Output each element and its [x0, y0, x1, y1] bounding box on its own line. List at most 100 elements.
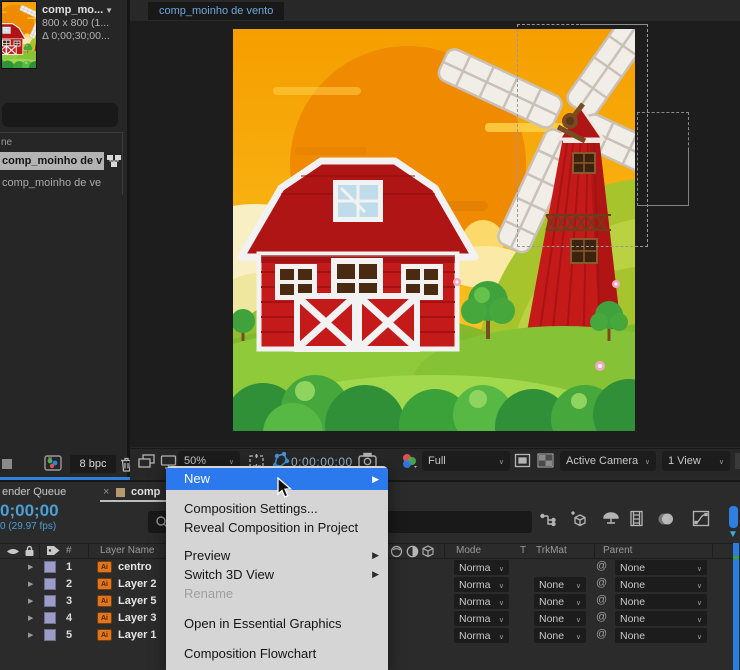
- menu-item-reveal-composition-in-project[interactable]: Reveal Composition in Project: [166, 518, 388, 537]
- t-column-header[interactable]: T: [520, 545, 526, 556]
- layer-name[interactable]: Layer 2: [118, 578, 157, 590]
- project-item[interactable]: comp_moinho de ve: [0, 174, 124, 192]
- current-timecode[interactable]: 0;00;00: [0, 501, 59, 521]
- mode-dropdown[interactable]: Norma: [454, 611, 509, 626]
- project-search-input[interactable]: [2, 103, 118, 127]
- chevron-down-icon: [691, 613, 702, 625]
- menu-item-switch-3d-view[interactable]: Switch 3D View: [166, 565, 388, 584]
- chevron-down-icon: [570, 613, 581, 625]
- trkmat-dropdown[interactable]: None: [534, 594, 586, 609]
- expand-arrow-icon[interactable]: [28, 597, 33, 605]
- label-color-swatch[interactable]: [44, 561, 56, 573]
- composition-tab[interactable]: comp_moinho de vento: [148, 2, 284, 20]
- project-item-selected[interactable]: comp_moinho de v: [0, 152, 104, 170]
- parent-dropdown[interactable]: None: [615, 560, 707, 575]
- motion-blur-icon[interactable]: [657, 511, 675, 527]
- always-preview-icon[interactable]: [138, 454, 155, 469]
- composition-flowchart-icon: [106, 153, 122, 169]
- layer-number: 3: [66, 595, 72, 607]
- parent-column-header[interactable]: Parent: [603, 545, 632, 556]
- footage-icon: [97, 561, 112, 573]
- layer-number: 5: [66, 629, 72, 641]
- menu-separator: [166, 633, 388, 644]
- column-divider: [712, 544, 713, 558]
- trkmat-dropdown[interactable]: None: [534, 577, 586, 592]
- chevron-down-icon: [570, 630, 581, 642]
- mode-dropdown[interactable]: Norma: [454, 594, 509, 609]
- menu-item-preview[interactable]: Preview: [166, 546, 388, 565]
- expand-arrow-icon[interactable]: [28, 580, 33, 588]
- column-divider: [594, 544, 595, 558]
- bit-depth-button[interactable]: 8 bpc: [70, 455, 116, 473]
- layer-number: 4: [66, 612, 72, 624]
- graph-editor-icon[interactable]: [692, 510, 710, 527]
- layer-name[interactable]: centro: [118, 561, 152, 573]
- pick-whip-icon[interactable]: [596, 577, 607, 589]
- close-icon[interactable]: ×: [103, 486, 109, 498]
- label-color-swatch[interactable]: [44, 629, 56, 641]
- menu-item-composition-flowchart[interactable]: Composition Flowchart: [166, 644, 388, 663]
- parent-dropdown[interactable]: None: [615, 594, 707, 609]
- layer-name[interactable]: Layer 5: [118, 595, 157, 607]
- parent-dropdown[interactable]: None: [615, 628, 707, 643]
- pick-whip-icon[interactable]: [596, 594, 607, 606]
- tab-render-queue[interactable]: ender Queue: [2, 486, 66, 498]
- expand-arrow-icon[interactable]: [28, 563, 33, 571]
- work-area-marker: [733, 556, 739, 559]
- tab-comp-timeline[interactable]: comp: [131, 486, 160, 498]
- eye-icon[interactable]: [6, 546, 20, 557]
- shy-column-icon[interactable]: [390, 545, 403, 558]
- menu-item-composition-settings[interactable]: Composition Settings...: [166, 499, 388, 518]
- draft-3d-icon[interactable]: [568, 510, 588, 528]
- trkmat-dropdown[interactable]: None: [534, 628, 586, 643]
- transparency-grid-icon[interactable]: [537, 453, 554, 468]
- trkmat-dropdown[interactable]: None: [534, 611, 586, 626]
- mode-dropdown[interactable]: Norma: [454, 628, 509, 643]
- comp-marker-icon[interactable]: ▼: [728, 529, 738, 540]
- mode-dropdown[interactable]: Norma: [454, 560, 509, 575]
- 3d-layer-column-icon[interactable]: [421, 545, 435, 558]
- pick-whip-icon[interactable]: [596, 611, 607, 623]
- mode-dropdown[interactable]: Norma: [454, 577, 509, 592]
- menu-separator: [166, 537, 388, 546]
- hash-column-header[interactable]: #: [66, 545, 72, 556]
- label-column-icon[interactable]: [46, 544, 61, 557]
- parent-dropdown[interactable]: None: [615, 611, 707, 626]
- chevron-down-icon: [691, 562, 702, 574]
- expand-arrow-icon[interactable]: [28, 614, 33, 622]
- view-layout-dropdown[interactable]: 1 View: [662, 451, 730, 471]
- interpret-footage-icon[interactable]: [44, 455, 62, 471]
- layer-name[interactable]: Layer 3: [118, 612, 157, 624]
- shy-layers-icon[interactable]: [602, 511, 620, 527]
- trkmat-column-header[interactable]: TrkMat: [536, 545, 567, 556]
- partial-icon[interactable]: [2, 459, 12, 469]
- parent-dropdown[interactable]: None: [615, 577, 707, 592]
- target-region-icon[interactable]: [514, 453, 531, 468]
- menu-item-open-in-essential-graphics[interactable]: Open in Essential Graphics: [166, 614, 388, 633]
- frame-blending-icon[interactable]: [629, 510, 646, 527]
- composition-thumbnail[interactable]: [2, 2, 36, 68]
- motion-blur-column-icon[interactable]: [406, 545, 419, 558]
- name-column-header: ne: [1, 137, 12, 148]
- timeline-scroll-pill[interactable]: [729, 506, 738, 528]
- expand-arrow-icon[interactable]: [28, 631, 33, 639]
- pick-whip-icon[interactable]: [596, 560, 607, 572]
- channel-rgb-icon[interactable]: [400, 452, 418, 469]
- layer-name-column-header[interactable]: Layer Name: [100, 545, 154, 556]
- footage-icon: [97, 595, 112, 607]
- partial-toolbar-icon: [735, 453, 740, 469]
- active-camera-dropdown[interactable]: Active Camera: [560, 451, 656, 471]
- comp-mini-flowchart-icon[interactable]: [540, 512, 557, 528]
- layer-number: 2: [66, 578, 72, 590]
- composition-title[interactable]: comp_mo...▼: [42, 4, 113, 16]
- mode-column-header[interactable]: Mode: [456, 545, 481, 556]
- label-color-swatch[interactable]: [44, 595, 56, 607]
- layer-number: 1: [66, 561, 72, 573]
- resolution-dropdown[interactable]: Full: [422, 451, 510, 471]
- layer-name[interactable]: Layer 1: [118, 629, 157, 641]
- pick-whip-icon[interactable]: [596, 628, 607, 640]
- lock-icon[interactable]: [23, 544, 36, 557]
- label-color-swatch[interactable]: [44, 612, 56, 624]
- timeline-scrollbar[interactable]: [733, 543, 739, 670]
- label-color-swatch[interactable]: [44, 578, 56, 590]
